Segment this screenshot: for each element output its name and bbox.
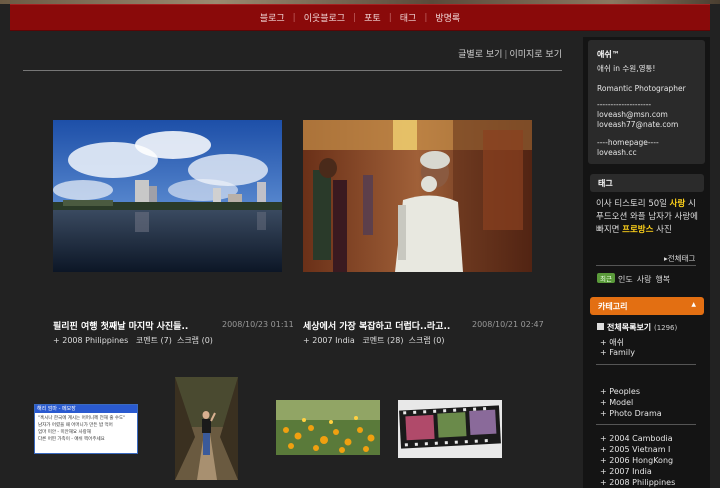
folder-icon — [597, 323, 604, 330]
nav-item-neighbor-blog[interactable]: 이웃블로그 — [296, 11, 353, 24]
profile-email-2: loveash77@nate.com — [597, 120, 679, 129]
post-1-date: 2008/10/23 01:11 — [222, 320, 294, 329]
category-item[interactable]: + Model — [600, 398, 633, 407]
city-waterfront-photo — [53, 120, 282, 272]
tag-link[interactable]: 50일 — [648, 199, 667, 209]
profile-name: 애쉬™ — [597, 50, 620, 59]
tag-link[interactable]: 프로방스 — [622, 225, 653, 235]
top-nav: 블로그 | 이웃블로그 | 포토 | 태그 | 방명록 — [10, 4, 710, 31]
thumb-flower-field[interactable] — [276, 400, 380, 455]
category-item[interactable]: + 2006 HongKong — [600, 456, 673, 465]
post-2-comments[interactable]: 코멘트 (28) — [362, 336, 403, 345]
tag-header: 태그 — [590, 174, 704, 192]
post-2-category[interactable]: + 2007 India — [303, 336, 355, 345]
category-item[interactable]: + 2007 India — [600, 467, 652, 476]
thumb-film-strip[interactable] — [398, 400, 502, 458]
recent-tag[interactable]: 사랑 — [637, 275, 652, 284]
post-1-category[interactable]: + 2008 Philippines — [53, 336, 128, 345]
category-header-label: 카테고리 — [598, 302, 628, 311]
profile-email-1: loveash@msn.com — [597, 110, 668, 119]
recent-tag[interactable]: 행복 — [655, 275, 670, 284]
post-1-photo[interactable] — [53, 120, 282, 272]
divider — [23, 70, 562, 71]
nav-item-photo[interactable]: 포토 — [356, 11, 389, 24]
sidebar-divider — [596, 424, 696, 425]
old-man-alley-photo — [303, 120, 532, 272]
text-view-link[interactable]: 글별로 보기 — [458, 50, 502, 60]
post-1-title[interactable]: 필리핀 여행 첫째날 마지막 사진들.. — [53, 319, 188, 332]
profile-homepage-label: ----homepage---- — [597, 138, 659, 147]
thumb-man-forest-path[interactable] — [175, 377, 238, 480]
tag-link[interactable]: 사랑에 — [675, 212, 698, 222]
profile-divider-text: -------------------- — [597, 100, 652, 109]
sidebar-divider — [596, 265, 696, 266]
category-header[interactable]: 카테고리 ▲ — [590, 297, 704, 315]
profile-location: 애쉬 in 수원,영통! — [597, 64, 656, 73]
view-switch: 글별로 보기 | 이미지로 보기 — [458, 50, 562, 60]
category-all-count: (1296) — [653, 324, 678, 332]
tag-link[interactable]: 와플 — [630, 212, 646, 222]
recent-tags: 최근 인도 사랑 행복 — [597, 273, 674, 285]
post-2-meta: + 2007 India 코멘트 (28) 스크랩 (0) — [303, 335, 445, 346]
collapse-arrow-icon[interactable]: ▲ — [691, 301, 696, 311]
post-2-photo[interactable] — [303, 120, 532, 272]
recent-tag[interactable]: 인도 — [618, 275, 633, 284]
profile-box: 애쉬™ 애쉬 in 수원,영통! Romantic Photographer -… — [588, 40, 705, 164]
all-tags-link[interactable]: ▸전체태그 — [664, 253, 695, 264]
tag-link[interactable]: 이사 — [596, 199, 612, 209]
recent-badge: 최근 — [597, 273, 615, 283]
post-1-meta: + 2008 Philippines 코멘트 (7) 스크랩 (0) — [53, 335, 213, 346]
category-item[interactable]: + Family — [600, 348, 635, 357]
sidebar-divider — [596, 364, 696, 365]
category-item[interactable]: + 2004 Cambodia — [600, 434, 673, 443]
category-item[interactable]: + 2008 Philippines — [600, 478, 675, 487]
category-item[interactable]: + 애쉬 — [600, 337, 624, 348]
post-2-date: 2008/10/21 02:47 — [472, 320, 544, 329]
tag-link[interactable]: 남자가 — [648, 212, 671, 222]
tag-cloud: 이사 티스토리 50일 사랑 시푸드오션 와플 남자가 사랑에 빠지면 프로방스… — [596, 198, 700, 237]
category-item[interactable]: + 2005 Vietnam I — [600, 445, 670, 454]
category-item[interactable]: + Photo Drama — [600, 409, 662, 418]
post-2-title[interactable]: 세상에서 가장 복잡하고 더럽다..라고.. — [303, 319, 450, 332]
profile-homepage-link[interactable]: loveash.cc — [597, 148, 637, 157]
image-view-link[interactable]: 이미지로 보기 — [509, 50, 562, 60]
tag-link[interactable]: 사랑 — [670, 199, 686, 209]
post-2-scrap[interactable]: 스크랩 (0) — [409, 336, 445, 345]
post-1-scrap[interactable]: 스크랩 (0) — [177, 336, 213, 345]
nav-item-guestbook[interactable]: 방명록 — [427, 11, 468, 24]
profile-role: Romantic Photographer — [597, 84, 686, 93]
post-1-comments[interactable]: 코멘트 (7) — [136, 336, 172, 345]
category-item[interactable]: + Peoples — [600, 387, 640, 396]
tag-link[interactable]: 사진 — [656, 225, 672, 235]
thumb-notepad-screenshot[interactable]: 해리 엄마 - 메모장 "혹시나 한국에 계시는 어머니께 전해 줄 수도" 남… — [34, 404, 138, 454]
tag-link[interactable]: 빠지면 — [596, 225, 619, 235]
tag-link[interactable]: 티스토리 — [614, 199, 645, 209]
nav-item-tag[interactable]: 태그 — [392, 11, 425, 24]
category-all-link[interactable]: 전체목록보기 (1296) — [597, 322, 677, 333]
nav-item-blog[interactable]: 블로그 — [252, 11, 293, 24]
